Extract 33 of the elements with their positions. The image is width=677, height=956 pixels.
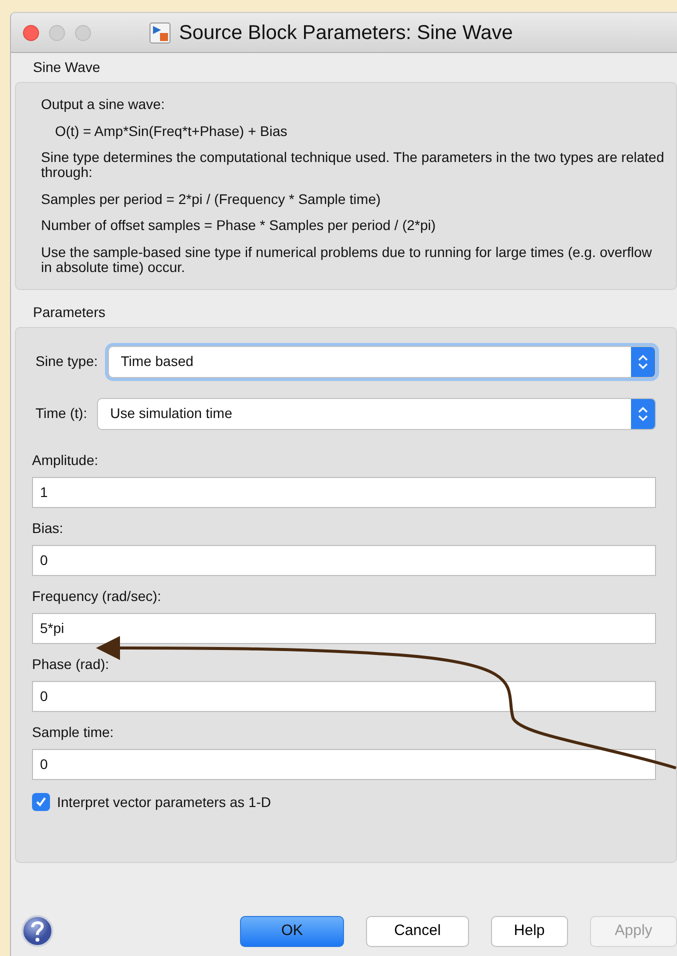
field-label: Sine type:: [34, 352, 98, 371]
dropdown[interactable]: Use simulation time: [97, 398, 656, 430]
input-field[interactable]: 0: [32, 544, 656, 576]
description-text: O(t) = Amp*Sin(Freq*t+Phase) + Bias: [54, 124, 288, 138]
chevron-icon: [638, 406, 648, 422]
close-button[interactable]: [23, 24, 39, 40]
field-label: Amplitude:: [32, 450, 100, 470]
description-text: Use the sample-based sine type if numerical problems due to running for large times (e.g. overflow in absolute time) occur.: [41, 245, 653, 274]
input-field[interactable]: 0: [32, 748, 656, 780]
description-text: Number of offset samples = Phase * Samples per period / (2*pi): [41, 218, 437, 234]
checkmark-icon: [35, 796, 47, 808]
input-field[interactable]: 0: [32, 680, 656, 712]
block-icon: [149, 22, 171, 44]
section-heading: Parameters: [33, 304, 106, 320]
dialog-button[interactable]: OK: [240, 916, 344, 946]
checkbox-label: Interpret vector parameters as 1-D: [57, 792, 271, 812]
input-field[interactable]: 5*pi: [32, 612, 656, 644]
field-label: Sample time:: [32, 722, 115, 742]
field-label: Bias:: [32, 518, 64, 538]
window-title: Source Block Parameters: Sine Wave: [179, 20, 513, 46]
dialog-button[interactable]: Cancel: [366, 916, 469, 946]
section-heading: Sine Wave: [33, 59, 100, 75]
description-text: Output a sine wave:: [41, 97, 166, 112]
description-text: Sine type determines the computational technique used. The parameters in the two types are related through:: [41, 150, 666, 180]
dialog-button[interactable]: Help: [490, 916, 568, 946]
field-label: Time (t):: [34, 404, 88, 423]
description-text: Samples per period = 2*pi / (Frequency * Sample time): [41, 192, 382, 206]
checkbox[interactable]: [32, 793, 50, 811]
field-label: Frequency (rad/sec):: [32, 586, 162, 606]
field-label: Phase (rad):: [32, 654, 110, 674]
help-icon[interactable]: [21, 914, 54, 948]
input-field[interactable]: 1: [32, 476, 656, 508]
chevron-icon: [638, 354, 648, 370]
